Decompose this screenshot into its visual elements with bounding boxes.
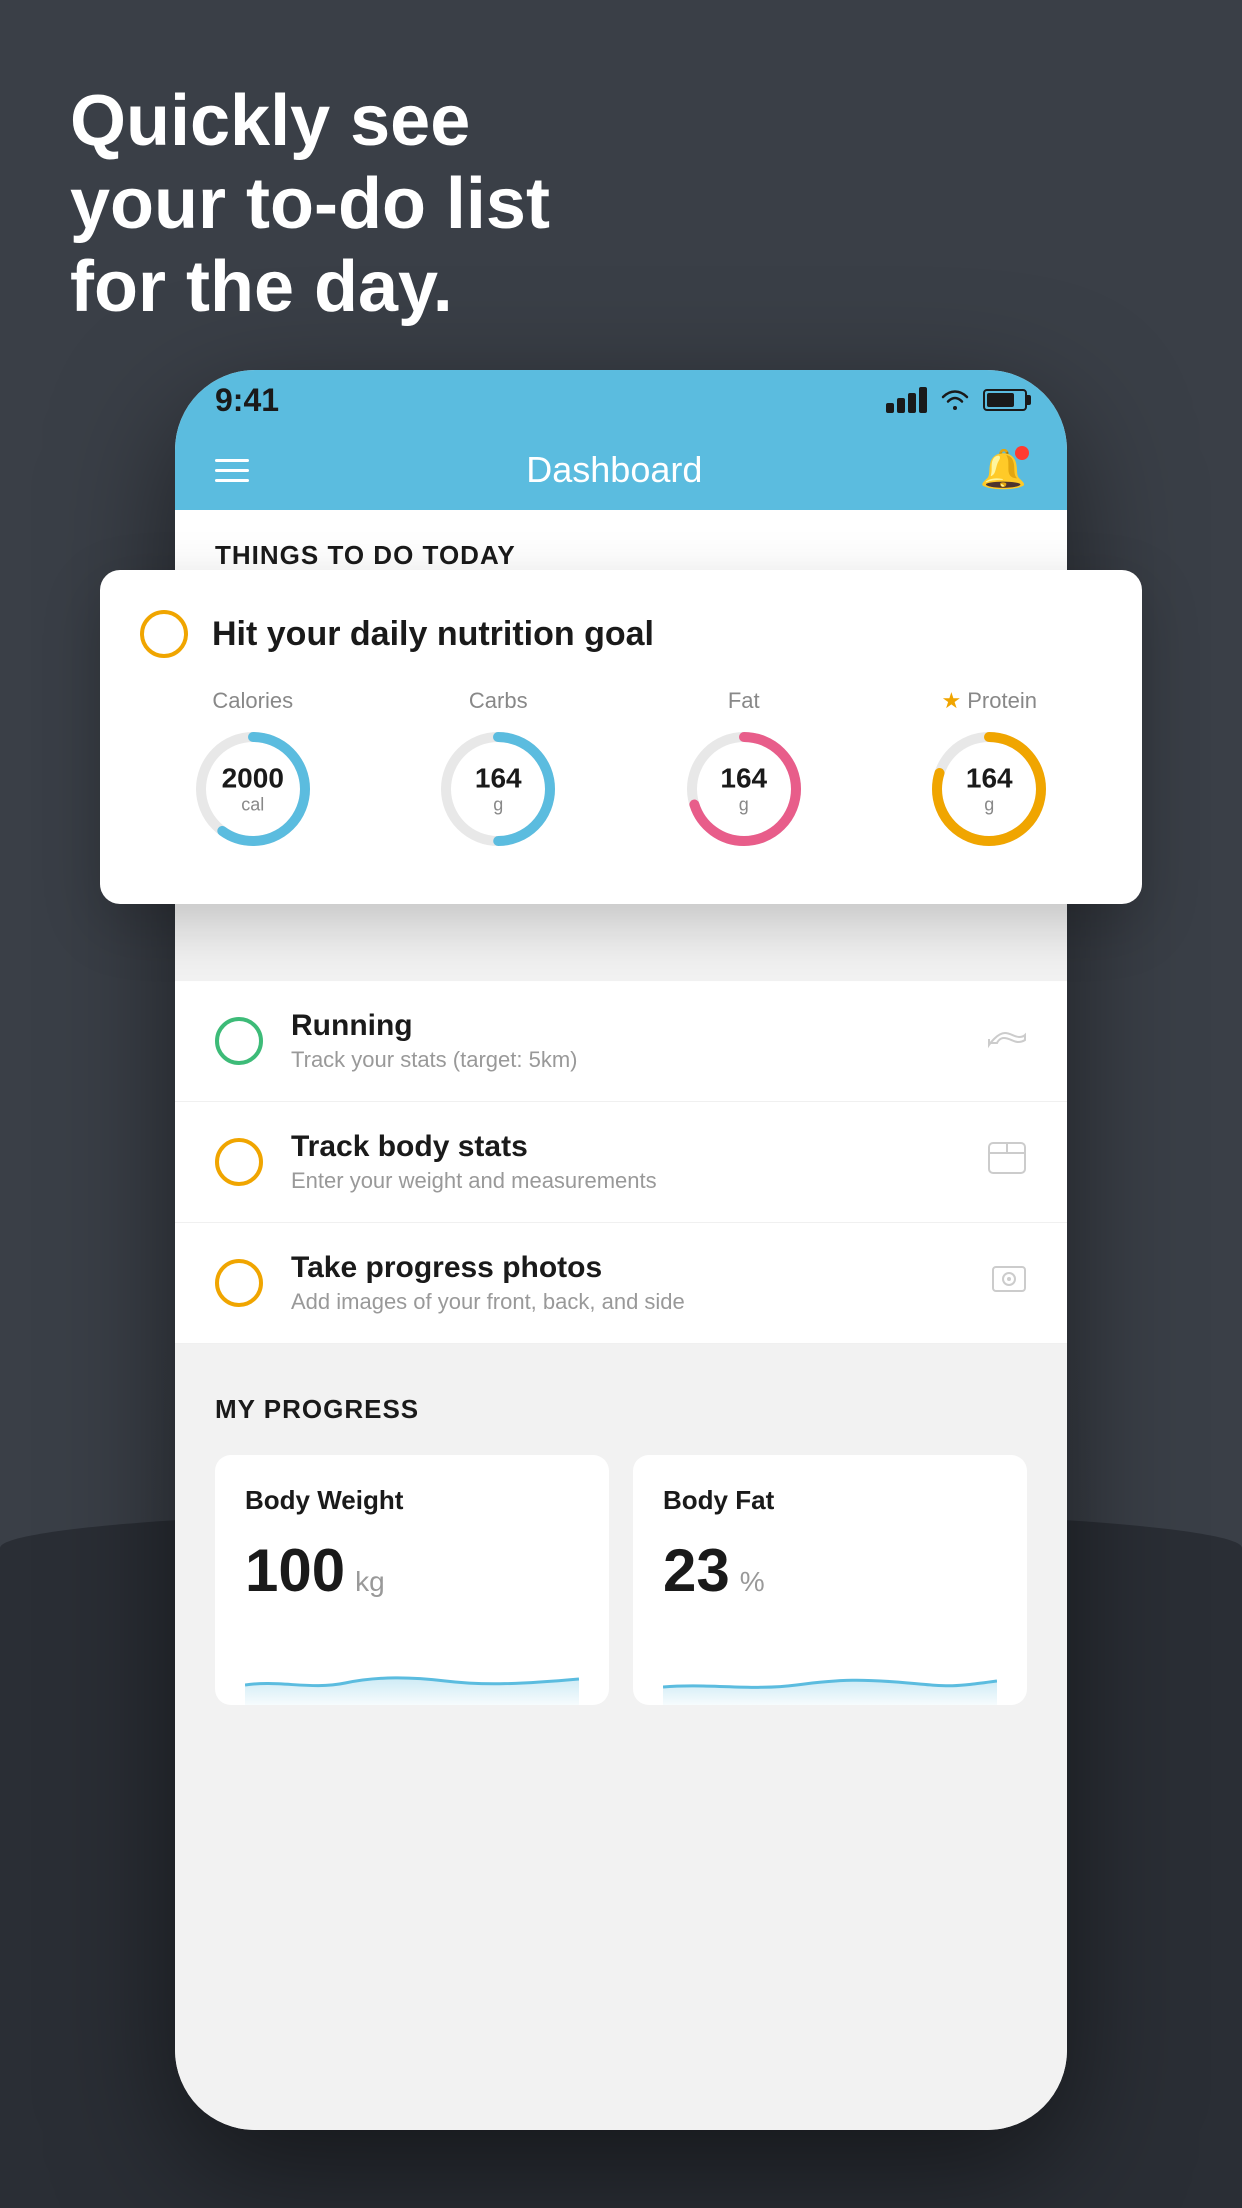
photo-icon [991,1261,1027,1306]
notification-button[interactable]: 🔔 [980,448,1027,492]
fat-label: Fat [728,688,760,714]
nutrition-checkbox[interactable] [140,610,188,658]
notification-dot [1015,446,1029,460]
metric-fat: Fat 164 g [679,688,809,854]
todo-title-running: Running [291,1009,967,1043]
calories-value: 2000 [222,763,284,795]
status-bar: 9:41 [175,370,1067,430]
protein-value: 164 [966,763,1013,795]
progress-title: MY PROGRESS [215,1394,1027,1425]
body-weight-chart [245,1635,579,1705]
progress-card-body-weight[interactable]: Body Weight 100 kg [215,1455,609,1705]
protein-donut: 164 g [924,724,1054,854]
body-weight-title: Body Weight [245,1485,579,1516]
menu-button[interactable] [215,459,249,482]
wifi-icon [939,388,971,412]
body-fat-value: 23 [663,1536,730,1605]
todo-item-running[interactable]: Running Track your stats (target: 5km) [175,981,1067,1102]
fat-unit: g [720,795,767,816]
fat-value: 164 [720,763,767,795]
todo-subtitle-running: Track your stats (target: 5km) [291,1047,967,1073]
metric-calories: Calories 2000 cal [188,688,318,854]
fat-donut: 164 g [679,724,809,854]
battery-icon [983,389,1027,411]
todo-checkbox-body-stats[interactable] [215,1138,263,1186]
headline: Quickly see your to-do list for the day. [70,80,550,328]
todo-text-progress-photos: Take progress photos Add images of your … [291,1251,971,1315]
carbs-unit: g [475,795,522,816]
carbs-donut: 164 g [433,724,563,854]
progress-card-body-fat[interactable]: Body Fat 23 % [633,1455,1027,1705]
progress-cards: Body Weight 100 kg [215,1455,1027,1705]
todo-title-progress-photos: Take progress photos [291,1251,971,1285]
calories-donut: 2000 cal [188,724,318,854]
todo-text-body-stats: Track body stats Enter your weight and m… [291,1130,967,1194]
body-fat-value-row: 23 % [663,1536,997,1605]
body-fat-chart [663,1635,997,1705]
things-to-do-title: THINGS TO DO TODAY [215,540,1027,571]
todo-subtitle-body-stats: Enter your weight and measurements [291,1168,967,1194]
metric-carbs: Carbs 164 g [433,688,563,854]
todo-checkbox-running[interactable] [215,1017,263,1065]
todo-checkbox-progress-photos[interactable] [215,1259,263,1307]
body-weight-value: 100 [245,1536,345,1605]
nav-title: Dashboard [526,449,702,491]
todo-list: Running Track your stats (target: 5km) T… [175,981,1067,1344]
protein-label: Protein [967,688,1037,714]
protein-label-row: ★ Protein [942,688,1037,714]
nutrition-card-title: Hit your daily nutrition goal [212,615,654,654]
body-weight-value-row: 100 kg [245,1536,579,1605]
todo-title-body-stats: Track body stats [291,1130,967,1164]
nutrition-card: Hit your daily nutrition goal Calories 2… [100,570,1142,904]
star-icon: ★ [942,688,962,714]
status-icons [886,387,1027,413]
metric-protein: ★ Protein 164 g [924,688,1054,854]
protein-unit: g [966,795,1013,816]
nutrition-card-header: Hit your daily nutrition goal [140,610,1102,658]
body-fat-title: Body Fat [663,1485,997,1516]
nav-bar: Dashboard 🔔 [175,430,1067,510]
scale-icon [987,1141,1027,1184]
calories-unit: cal [222,795,284,816]
progress-section: MY PROGRESS Body Weight 100 kg [175,1344,1067,1735]
status-time: 9:41 [215,382,279,419]
carbs-label: Carbs [469,688,528,714]
nutrition-metrics: Calories 2000 cal Carbs [140,688,1102,854]
headline-line1: Quickly see [70,80,550,163]
signal-icon [886,387,927,413]
body-weight-unit: kg [355,1566,385,1598]
carbs-value: 164 [475,763,522,795]
headline-line2: your to-do list [70,163,550,246]
headline-line3: for the day. [70,246,550,329]
todo-subtitle-progress-photos: Add images of your front, back, and side [291,1289,971,1315]
todo-item-body-stats[interactable]: Track body stats Enter your weight and m… [175,1102,1067,1223]
body-fat-unit: % [740,1566,765,1598]
todo-item-progress-photos[interactable]: Take progress photos Add images of your … [175,1223,1067,1344]
shoe-icon [987,1020,1027,1062]
calories-label: Calories [212,688,293,714]
todo-text-running: Running Track your stats (target: 5km) [291,1009,967,1073]
